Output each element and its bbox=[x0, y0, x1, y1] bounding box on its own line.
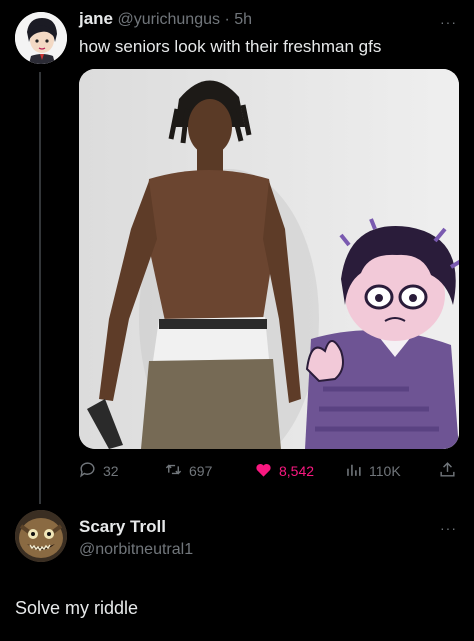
tweet-text: how seniors look with their freshman gfs bbox=[79, 37, 382, 56]
reply-action[interactable]: 32 bbox=[78, 460, 119, 482]
like-count: 8,542 bbox=[279, 463, 315, 479]
views-icon bbox=[344, 460, 363, 482]
tweet-header: jane @yurichungus · 5h bbox=[79, 9, 252, 29]
share-icon bbox=[438, 460, 457, 482]
avatar-image bbox=[15, 12, 67, 64]
retweet-action[interactable]: 697 bbox=[164, 460, 212, 482]
thread-line bbox=[39, 72, 41, 504]
display-name[interactable]: jane bbox=[79, 9, 113, 28]
like-action[interactable]: 8,542 bbox=[254, 460, 314, 482]
retweet-icon bbox=[164, 460, 183, 482]
views-count: 110K bbox=[369, 463, 401, 479]
reply-text: Solve my riddle bbox=[15, 598, 139, 618]
heart-icon bbox=[254, 460, 273, 482]
reply-icon bbox=[78, 460, 97, 482]
reply-author: Scary Troll @norbitneutral1 bbox=[79, 517, 193, 559]
media-image bbox=[79, 69, 459, 449]
handle[interactable]: @yurichungus bbox=[117, 11, 220, 28]
retweet-count: 697 bbox=[189, 463, 213, 479]
more-icon[interactable]: ··· bbox=[440, 520, 457, 536]
reply-count: 32 bbox=[103, 463, 119, 479]
display-name[interactable]: Scary Troll bbox=[79, 517, 193, 537]
timestamp[interactable]: 5h bbox=[234, 11, 252, 28]
more-icon[interactable]: ··· bbox=[440, 14, 457, 30]
avatar[interactable] bbox=[15, 12, 67, 64]
avatar-image bbox=[15, 510, 67, 562]
share-action[interactable] bbox=[438, 460, 457, 482]
separator: · bbox=[224, 11, 230, 28]
tweet-media[interactable] bbox=[79, 69, 459, 449]
handle[interactable]: @norbitneutral1 bbox=[79, 541, 193, 559]
avatar[interactable] bbox=[15, 510, 67, 562]
views-action[interactable]: 110K bbox=[344, 460, 401, 482]
